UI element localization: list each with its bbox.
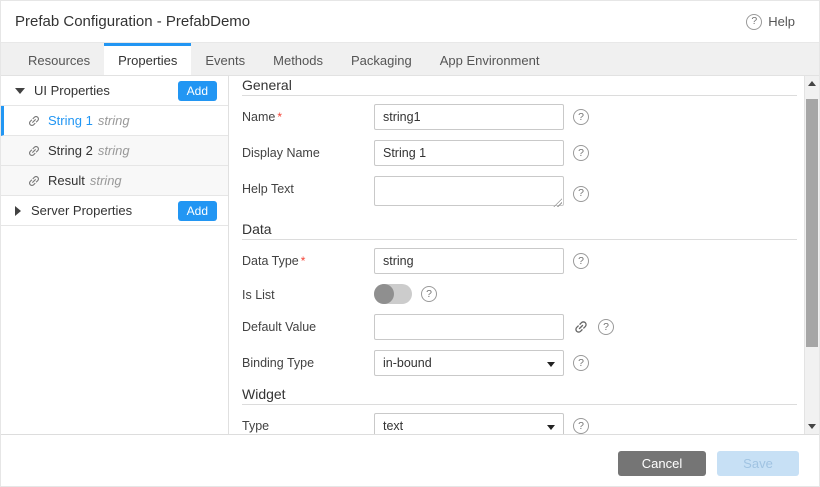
display-name-row: Display Name	[242, 140, 804, 166]
add-server-property-button[interactable]: Add	[178, 201, 217, 221]
name-input[interactable]	[374, 104, 564, 130]
item-name: String 2	[48, 143, 93, 158]
section-widget: Widget	[242, 386, 797, 405]
prefab-configuration-dialog: Prefab Configuration - PrefabDemo Help R…	[0, 0, 820, 487]
dialog-body: UI Properties Add String 1 string String…	[1, 76, 819, 434]
link-icon	[27, 144, 41, 158]
help-text-label: Help Text	[242, 176, 374, 211]
data-type-help-icon[interactable]	[573, 253, 589, 269]
default-value-input[interactable]	[374, 314, 564, 340]
dialog-header: Prefab Configuration - PrefabDemo Help	[1, 1, 819, 43]
bind-value-link-icon[interactable]	[573, 319, 589, 335]
default-value-row: Default Value	[242, 314, 804, 340]
properties-sidebar: UI Properties Add String 1 string String…	[1, 76, 229, 434]
name-help-icon[interactable]	[573, 109, 589, 125]
section-data: Data	[242, 221, 797, 240]
server-properties-label: Server Properties	[31, 203, 132, 218]
sidebar-item-string-1[interactable]: String 1 string	[1, 106, 228, 136]
tab-resources[interactable]: Resources	[14, 43, 104, 75]
save-button[interactable]: Save	[717, 451, 799, 476]
widget-type-help-icon[interactable]	[573, 418, 589, 434]
item-type-label: string	[90, 173, 122, 188]
default-value-label: Default Value	[242, 314, 374, 340]
help-icon	[746, 14, 762, 30]
tab-bar: Resources Properties Events Methods Pack…	[1, 43, 819, 76]
binding-type-label: Binding Type	[242, 350, 374, 376]
name-label: Name*	[242, 104, 374, 130]
required-asterisk: *	[277, 110, 282, 124]
caret-right-icon	[15, 206, 21, 216]
help-text-help-icon[interactable]	[573, 186, 589, 202]
item-type-label: string	[98, 113, 130, 128]
tab-events[interactable]: Events	[191, 43, 259, 75]
add-ui-property-button[interactable]: Add	[178, 81, 217, 101]
required-asterisk: *	[301, 254, 306, 268]
toggle-knob	[374, 284, 394, 304]
data-type-label: Data Type*	[242, 248, 374, 274]
item-name: Result	[48, 173, 85, 188]
page-title: Prefab Configuration - PrefabDemo	[15, 13, 250, 30]
is-list-help-icon[interactable]	[421, 286, 437, 302]
arrow-down-icon	[808, 424, 816, 429]
is-list-label: Is List	[242, 286, 374, 302]
name-row: Name*	[242, 104, 804, 130]
scrollbar-track[interactable]	[805, 91, 819, 419]
section-general: General	[242, 77, 797, 96]
tab-app-environment[interactable]: App Environment	[426, 43, 554, 75]
arrow-up-icon	[808, 81, 816, 86]
data-type-row: Data Type*	[242, 248, 804, 274]
property-form: General Name* Display Name Help Text	[229, 76, 804, 434]
tab-packaging[interactable]: Packaging	[337, 43, 426, 75]
default-value-help-icon[interactable]	[598, 319, 614, 335]
is-list-toggle[interactable]	[374, 284, 412, 304]
caret-down-icon	[15, 88, 25, 94]
link-icon	[27, 174, 41, 188]
ui-properties-label: UI Properties	[34, 83, 110, 98]
display-name-help-icon[interactable]	[573, 145, 589, 161]
binding-type-select[interactable]: in-bound	[374, 350, 564, 376]
link-icon	[27, 114, 41, 128]
help-label: Help	[768, 14, 795, 29]
tab-methods[interactable]: Methods	[259, 43, 337, 75]
item-type-label: string	[98, 143, 130, 158]
sidebar-group-server-properties[interactable]: Server Properties Add	[1, 196, 228, 226]
display-name-input[interactable]	[374, 140, 564, 166]
binding-type-help-icon[interactable]	[573, 355, 589, 371]
widget-type-label: Type	[242, 413, 374, 434]
item-name: String 1	[48, 113, 93, 128]
data-type-input[interactable]	[374, 248, 564, 274]
help-text-textarea[interactable]	[374, 176, 564, 206]
tab-properties[interactable]: Properties	[104, 43, 191, 75]
scrollbar-thumb[interactable]	[806, 99, 818, 347]
widget-type-select[interactable]: text	[374, 413, 564, 434]
scrollbar-down-button[interactable]	[805, 419, 819, 434]
cancel-button[interactable]: Cancel	[618, 451, 706, 476]
help-button[interactable]: Help	[746, 14, 795, 30]
display-name-label: Display Name	[242, 140, 374, 166]
sidebar-group-ui-properties[interactable]: UI Properties Add	[1, 76, 228, 106]
dialog-footer: Cancel Save	[1, 434, 819, 487]
sidebar-item-string-2[interactable]: String 2 string	[1, 136, 228, 166]
sidebar-item-result[interactable]: Result string	[1, 166, 228, 196]
form-scrollbar[interactable]	[804, 76, 819, 434]
scrollbar-up-button[interactable]	[805, 76, 819, 91]
is-list-row: Is List	[242, 284, 804, 304]
binding-type-row: Binding Type in-bound	[242, 350, 804, 376]
widget-type-row: Type text	[242, 413, 804, 434]
help-text-row: Help Text	[242, 176, 804, 211]
